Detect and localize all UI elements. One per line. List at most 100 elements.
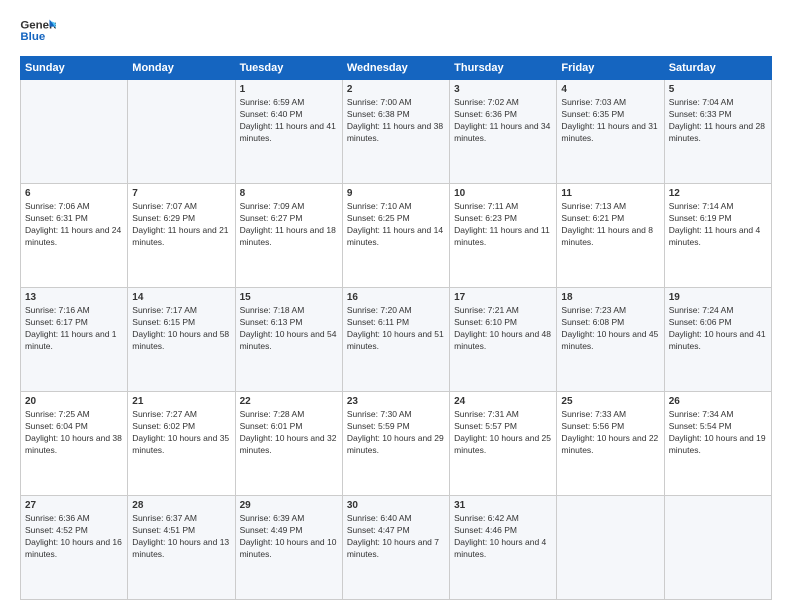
calendar-table: SundayMondayTuesdayWednesdayThursdayFrid… [20,56,772,600]
day-info: Sunrise: 7:13 AM Sunset: 6:21 PM Dayligh… [561,201,659,249]
day-number: 1 [240,84,338,95]
day-info: Sunrise: 7:28 AM Sunset: 6:01 PM Dayligh… [240,409,338,457]
day-info: Sunrise: 7:03 AM Sunset: 6:35 PM Dayligh… [561,97,659,145]
day-number: 31 [454,500,552,511]
day-number: 29 [240,500,338,511]
day-info: Sunrise: 6:40 AM Sunset: 4:47 PM Dayligh… [347,513,445,561]
day-number: 11 [561,188,659,199]
day-number: 22 [240,396,338,407]
day-info: Sunrise: 6:37 AM Sunset: 4:51 PM Dayligh… [132,513,230,561]
day-info: Sunrise: 7:33 AM Sunset: 5:56 PM Dayligh… [561,409,659,457]
calendar-cell: 10 Sunrise: 7:11 AM Sunset: 6:23 PM Dayli… [450,184,557,288]
day-number: 25 [561,396,659,407]
day-number: 27 [25,500,123,511]
week-row-5: 27 Sunrise: 6:36 AM Sunset: 4:52 PM Dayli… [21,496,772,600]
day-number: 6 [25,188,123,199]
day-number: 14 [132,292,230,303]
calendar-cell [664,496,771,600]
calendar-cell: 13 Sunrise: 7:16 AM Sunset: 6:17 PM Dayli… [21,288,128,392]
calendar-cell: 5 Sunrise: 7:04 AM Sunset: 6:33 PM Daylig… [664,80,771,184]
calendar-cell: 20Sunrise: 7:25 AM Sunset: 6:04 PM Dayli… [21,392,128,496]
day-info: Sunrise: 7:16 AM Sunset: 6:17 PM Dayligh… [25,305,123,353]
calendar-cell: 31 Sunrise: 6:42 AM Sunset: 4:46 PM Dayli… [450,496,557,600]
day-number: 16 [347,292,445,303]
day-number: 23 [347,396,445,407]
calendar-cell: 30 Sunrise: 6:40 AM Sunset: 4:47 PM Dayli… [342,496,449,600]
calendar-cell: 19Sunrise: 7:24 AM Sunset: 6:06 PM Dayli… [664,288,771,392]
calendar-cell: 15 Sunrise: 7:18 AM Sunset: 6:13 PM Dayli… [235,288,342,392]
calendar-cell: 7Sunrise: 7:07 AM Sunset: 6:29 PM Daylig… [128,184,235,288]
day-info: Sunrise: 7:10 AM Sunset: 6:25 PM Dayligh… [347,201,445,249]
logo: General Blue [20,16,56,46]
svg-text:Blue: Blue [20,31,45,43]
weekday-header-tuesday: Tuesday [235,57,342,80]
day-number: 30 [347,500,445,511]
day-info: Sunrise: 7:18 AM Sunset: 6:13 PM Dayligh… [240,305,338,353]
day-number: 8 [240,188,338,199]
day-info: Sunrise: 7:14 AM Sunset: 6:19 PM Dayligh… [669,201,767,249]
day-number: 3 [454,84,552,95]
day-number: 2 [347,84,445,95]
day-info: Sunrise: 7:20 AM Sunset: 6:11 PM Dayligh… [347,305,445,353]
calendar-cell: 12 Sunrise: 7:14 AM Sunset: 6:19 PM Dayli… [664,184,771,288]
calendar-cell: 23 Sunrise: 7:30 AM Sunset: 5:59 PM Dayli… [342,392,449,496]
day-info: Sunrise: 7:25 AM Sunset: 6:04 PM Dayligh… [25,409,123,457]
weekday-header-monday: Monday [128,57,235,80]
day-info: Sunrise: 6:36 AM Sunset: 4:52 PM Dayligh… [25,513,123,561]
calendar-cell: 6Sunrise: 7:06 AM Sunset: 6:31 PM Daylig… [21,184,128,288]
day-number: 12 [669,188,767,199]
weekday-header-row: SundayMondayTuesdayWednesdayThursdayFrid… [21,57,772,80]
day-info: Sunrise: 7:02 AM Sunset: 6:36 PM Dayligh… [454,97,552,145]
day-info: Sunrise: 7:11 AM Sunset: 6:23 PM Dayligh… [454,201,552,249]
day-info: Sunrise: 7:31 AM Sunset: 5:57 PM Dayligh… [454,409,552,457]
day-number: 26 [669,396,767,407]
calendar-cell: 8 Sunrise: 7:09 AM Sunset: 6:27 PM Daylig… [235,184,342,288]
day-number: 13 [25,292,123,303]
day-info: Sunrise: 6:59 AM Sunset: 6:40 PM Dayligh… [240,97,338,145]
day-number: 21 [132,396,230,407]
day-number: 28 [132,500,230,511]
calendar-cell: 29Sunrise: 6:39 AM Sunset: 4:49 PM Dayli… [235,496,342,600]
day-number: 9 [347,188,445,199]
week-row-3: 13 Sunrise: 7:16 AM Sunset: 6:17 PM Dayli… [21,288,772,392]
day-info: Sunrise: 7:23 AM Sunset: 6:08 PM Dayligh… [561,305,659,353]
weekday-header-friday: Friday [557,57,664,80]
calendar-cell [557,496,664,600]
calendar-cell: 17Sunrise: 7:21 AM Sunset: 6:10 PM Dayli… [450,288,557,392]
weekday-header-wednesday: Wednesday [342,57,449,80]
week-row-2: 6Sunrise: 7:06 AM Sunset: 6:31 PM Daylig… [21,184,772,288]
week-row-1: 1 Sunrise: 6:59 AM Sunset: 6:40 PM Daylig… [21,80,772,184]
day-number: 4 [561,84,659,95]
calendar-cell: 2 Sunrise: 7:00 AM Sunset: 6:38 PM Daylig… [342,80,449,184]
calendar-cell: 9 Sunrise: 7:10 AM Sunset: 6:25 PM Daylig… [342,184,449,288]
day-info: Sunrise: 7:30 AM Sunset: 5:59 PM Dayligh… [347,409,445,457]
calendar-cell: 3 Sunrise: 7:02 AM Sunset: 6:36 PM Daylig… [450,80,557,184]
calendar-cell: 28 Sunrise: 6:37 AM Sunset: 4:51 PM Dayli… [128,496,235,600]
calendar-cell: 26 Sunrise: 7:34 AM Sunset: 5:54 PM Dayli… [664,392,771,496]
calendar-page: General Blue SundayMondayTuesdayWednesda… [0,0,792,612]
day-info: Sunrise: 7:00 AM Sunset: 6:38 PM Dayligh… [347,97,445,145]
day-info: Sunrise: 7:07 AM Sunset: 6:29 PM Dayligh… [132,201,230,249]
weekday-header-saturday: Saturday [664,57,771,80]
calendar-cell: 11 Sunrise: 7:13 AM Sunset: 6:21 PM Dayli… [557,184,664,288]
calendar-cell: 24 Sunrise: 7:31 AM Sunset: 5:57 PM Dayli… [450,392,557,496]
day-number: 5 [669,84,767,95]
calendar-cell: 16 Sunrise: 7:20 AM Sunset: 6:11 PM Dayli… [342,288,449,392]
week-row-4: 20Sunrise: 7:25 AM Sunset: 6:04 PM Dayli… [21,392,772,496]
weekday-header-sunday: Sunday [21,57,128,80]
day-number: 17 [454,292,552,303]
day-number: 10 [454,188,552,199]
logo-icon: General Blue [20,16,56,46]
day-number: 15 [240,292,338,303]
day-info: Sunrise: 6:42 AM Sunset: 4:46 PM Dayligh… [454,513,552,561]
calendar-cell: 27 Sunrise: 6:36 AM Sunset: 4:52 PM Dayli… [21,496,128,600]
day-info: Sunrise: 7:24 AM Sunset: 6:06 PM Dayligh… [669,305,767,353]
day-info: Sunrise: 7:09 AM Sunset: 6:27 PM Dayligh… [240,201,338,249]
calendar-cell [128,80,235,184]
header: General Blue [20,16,772,46]
day-number: 24 [454,396,552,407]
calendar-cell: 4 Sunrise: 7:03 AM Sunset: 6:35 PM Daylig… [557,80,664,184]
day-info: Sunrise: 7:17 AM Sunset: 6:15 PM Dayligh… [132,305,230,353]
day-info: Sunrise: 7:04 AM Sunset: 6:33 PM Dayligh… [669,97,767,145]
day-info: Sunrise: 7:34 AM Sunset: 5:54 PM Dayligh… [669,409,767,457]
